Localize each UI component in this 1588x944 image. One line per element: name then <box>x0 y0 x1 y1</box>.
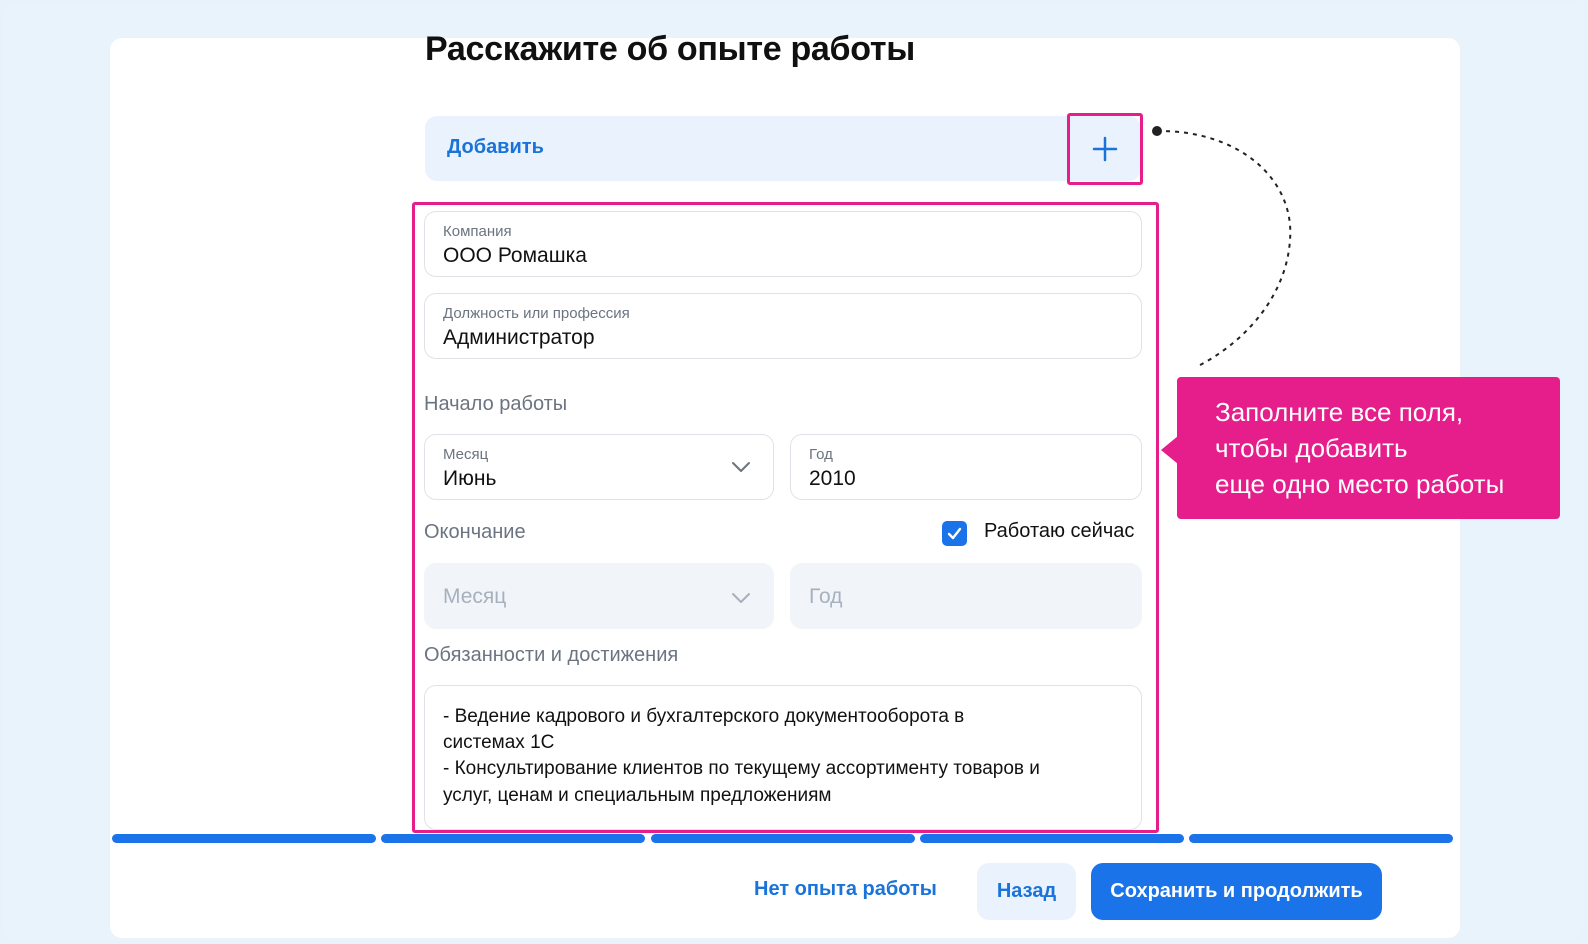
working-now-checkbox[interactable] <box>942 521 967 546</box>
callout-line: еще одно место работы <box>1215 469 1505 499</box>
start-month-value: Июнь <box>443 467 497 490</box>
chevron-down-icon <box>732 462 750 472</box>
progress-segment <box>112 834 376 843</box>
end-month-select[interactable]: Месяц <box>424 563 774 629</box>
duties-textarea[interactable]: - Ведение кадрового и бухгалтерского док… <box>424 685 1142 830</box>
position-field[interactable]: Должность или профессия Администратор <box>424 293 1142 359</box>
company-value[interactable]: ООО Ромашка <box>443 244 587 268</box>
no-experience-button[interactable]: Нет опыта работы <box>754 878 937 901</box>
hint-callout: Заполните все поля, чтобы добавить еще о… <box>1177 377 1560 519</box>
plus-icon <box>1092 136 1118 162</box>
start-year-value[interactable]: 2010 <box>809 467 856 491</box>
end-month-placeholder: Месяц <box>443 585 507 608</box>
progress-segment <box>381 834 645 843</box>
callout-line: Заполните все поля, <box>1215 397 1464 427</box>
page-title: Расскажите об опыте работы <box>425 30 915 68</box>
start-year-label: Год <box>809 446 833 463</box>
duties-line: - Ведение кадрового и бухгалтерского док… <box>443 706 965 727</box>
duties-line: услуг, ценам и специальным предложениям <box>443 785 832 806</box>
start-heading: Начало работы <box>424 393 568 415</box>
working-now-label[interactable]: Работаю сейчас <box>984 520 1134 543</box>
progress-segment <box>651 834 915 843</box>
end-year-placeholder: Год <box>809 585 843 608</box>
chevron-down-icon <box>732 593 750 603</box>
progress-segment <box>920 834 1184 843</box>
callout-pointer <box>1161 436 1178 464</box>
position-value[interactable]: Администратор <box>443 326 595 350</box>
start-year-field[interactable]: Год 2010 <box>790 434 1142 500</box>
add-experience-label[interactable]: Добавить <box>447 136 544 159</box>
start-month-label: Месяц <box>443 446 489 463</box>
company-field[interactable]: Компания ООО Ромашка <box>424 211 1142 277</box>
end-year-field[interactable]: Год <box>790 563 1142 629</box>
back-button[interactable]: Назад <box>977 863 1076 920</box>
position-label: Должность или профессия <box>443 305 630 322</box>
save-continue-button[interactable]: Сохранить и продолжить <box>1091 863 1382 920</box>
end-heading: Окончание <box>424 521 526 543</box>
callout-line: чтобы добавить <box>1215 433 1408 463</box>
duties-heading: Обязанности и достижения <box>424 644 679 666</box>
duties-line: системах 1С <box>443 732 555 753</box>
check-icon <box>947 527 962 540</box>
start-month-select[interactable]: Месяц Июнь <box>424 434 774 500</box>
progress-segment <box>1189 834 1453 843</box>
duties-line: - Консультирование клиентов по текущему … <box>443 758 1040 779</box>
company-label: Компания <box>443 223 512 240</box>
add-experience-button[interactable] <box>1067 113 1143 185</box>
